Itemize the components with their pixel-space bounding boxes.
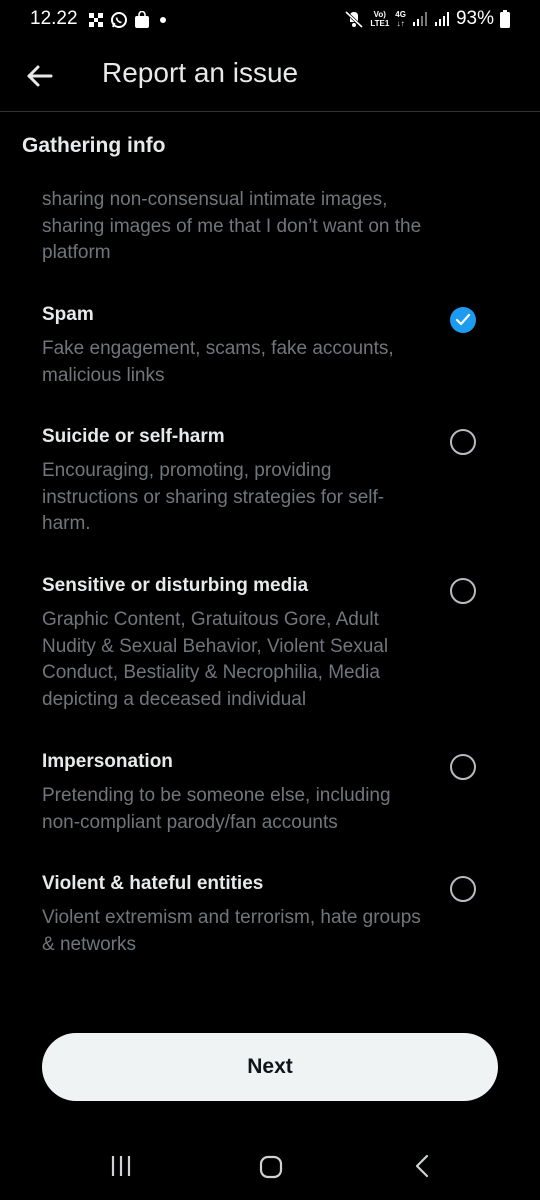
network-type-label: 4G [395, 10, 406, 19]
data-arrows-icon: ↓↑ [396, 19, 405, 28]
option-description-truncated: sharing non-consensual intimate images, … [42, 189, 422, 263]
volte-label: Vo) [373, 10, 386, 19]
home-icon [259, 1155, 283, 1179]
back-button[interactable] [22, 58, 58, 94]
option-suicide-self-harm[interactable]: Suicide or self-harm Encouraging, promot… [0, 426, 540, 541]
option-label: Spam [42, 304, 94, 325]
mute-icon [345, 10, 364, 28]
violent-hateful-radio[interactable] [450, 876, 476, 902]
status-system-icons: Vo) LTE1 4G ↓↑ 93% [344, 8, 510, 30]
option-label: Sensitive or disturbing media [42, 575, 309, 596]
recent-apps-icon [111, 1156, 131, 1176]
option-description: Fake engagement, scams, fake accounts, m… [42, 338, 394, 386]
option-label: Violent & hateful entities [42, 873, 264, 894]
battery-icon [500, 10, 510, 28]
signal-icon [412, 12, 427, 26]
option-description: Violent extremism and terrorism, hate gr… [42, 907, 421, 955]
signal-icon-2 [434, 12, 449, 26]
option-sensitive-media[interactable]: Sensitive or disturbing media Graphic Co… [0, 575, 540, 715]
option-impersonation[interactable]: Impersonation Pretending to be someone e… [0, 751, 540, 841]
status-time: 12.22 [30, 8, 78, 29]
shopping-bag-icon [135, 11, 149, 28]
recent-apps-button[interactable] [108, 1153, 134, 1184]
lte-label: LTE1 [370, 19, 390, 28]
option-description: Graphic Content, Gratuitous Gore, Adult … [42, 609, 389, 710]
section-title: Gathering info [22, 134, 166, 157]
option-description: Encouraging, promoting, providing instru… [42, 460, 385, 534]
volte-indicator: Vo) LTE1 [370, 10, 389, 28]
status-notification-icons [88, 11, 170, 29]
whatsapp-icon [111, 12, 127, 28]
option-description: Pretending to be someone else, including… [42, 785, 391, 833]
system-back-button[interactable] [410, 1153, 436, 1184]
grid-notification-icon [89, 13, 103, 27]
next-button[interactable]: Next [42, 1033, 498, 1101]
suicide-self-harm-radio[interactable] [450, 429, 476, 455]
spam-radio-checked[interactable] [450, 307, 476, 333]
checkmark-icon [455, 313, 471, 326]
dot-icon [160, 17, 166, 23]
system-nav-bar [0, 1135, 540, 1200]
option-label: Impersonation [42, 751, 173, 772]
status-bar: 12.22 Vo) LTE1 4G ↓↑ 93% [0, 0, 540, 40]
page-title: Report an issue [102, 57, 299, 88]
sensitive-media-radio[interactable] [450, 578, 476, 604]
option-label: Suicide or self-harm [42, 426, 225, 447]
app-header: Report an issue [0, 40, 540, 112]
home-button[interactable] [257, 1153, 285, 1186]
network-type-indicator: 4G ↓↑ [395, 10, 406, 28]
back-icon [415, 1154, 429, 1178]
option-violent-hateful[interactable]: Violent & hateful entities Violent extre… [0, 873, 540, 963]
option-spam[interactable]: Spam Fake engagement, scams, fake accoun… [0, 304, 540, 394]
arrow-left-icon [27, 65, 53, 87]
battery-percent: 93% [455, 8, 494, 29]
impersonation-radio[interactable] [450, 754, 476, 780]
